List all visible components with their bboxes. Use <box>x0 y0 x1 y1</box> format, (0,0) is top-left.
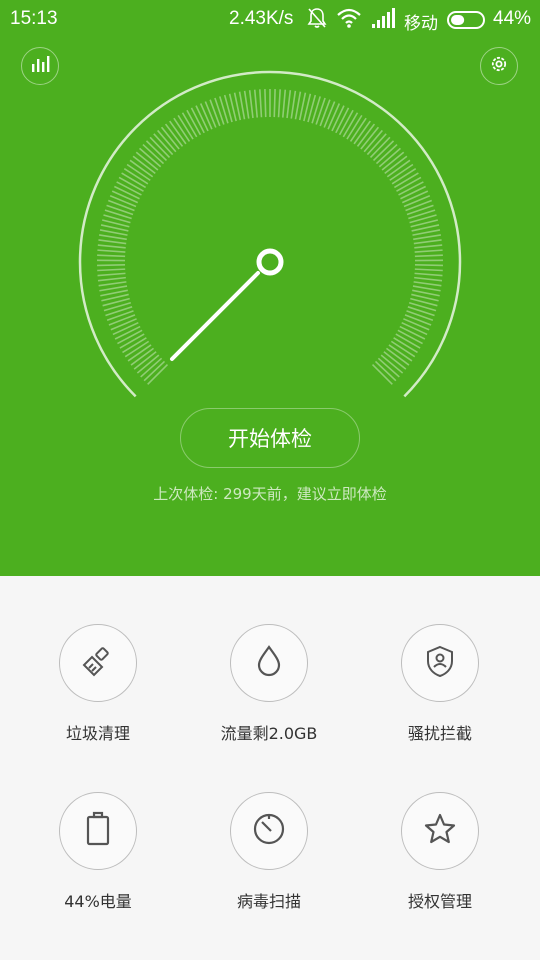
gauge-tick <box>97 264 126 267</box>
tool-cleanup-label: 垃圾清理 <box>65 724 130 743</box>
battery-outline-icon <box>85 811 111 851</box>
gauge-tick-ring <box>97 89 443 385</box>
gauge-tick <box>253 89 259 118</box>
gauge-tick <box>327 103 341 130</box>
gauge-tick <box>403 195 431 208</box>
gauge-tick <box>108 314 136 326</box>
gauge-tick <box>413 239 442 245</box>
gauge-tick <box>277 89 281 118</box>
gauge-tick <box>97 276 126 282</box>
gauge-tick <box>97 244 126 249</box>
gauge-tick <box>97 254 126 258</box>
gauge-tick <box>105 306 133 317</box>
scan-dial-icon <box>251 811 287 851</box>
gauge-tick <box>199 103 213 130</box>
gauge-tick <box>414 268 443 272</box>
gauge-outer-arc <box>78 70 462 398</box>
tool-data-usage[interactable]: 流量剩2.0GB <box>184 624 354 744</box>
speedometer-needle <box>170 271 260 361</box>
tool-cleanup-circle <box>59 624 137 702</box>
shield-user-icon <box>424 644 456 682</box>
gauge-tick <box>315 97 326 125</box>
tool-permissions[interactable]: 授权管理 <box>355 792 525 912</box>
gauge-tick <box>108 199 135 212</box>
gauge-tick <box>414 249 443 253</box>
tool-battery-label: 44%电量 <box>64 892 132 911</box>
tool-virus-scan-label: 病毒扫描 <box>236 892 301 911</box>
gauge-tick <box>323 101 336 128</box>
gauge-tick <box>414 254 443 258</box>
gauge-tick <box>110 318 137 331</box>
star-icon <box>422 811 458 851</box>
gauge-tick <box>238 91 246 120</box>
gauge-outer-arc-line <box>78 70 462 398</box>
gauge-tick <box>99 229 128 236</box>
tool-virus-scan-circle <box>230 792 308 870</box>
gauge-tick <box>273 89 276 118</box>
gauge-tick <box>405 199 432 212</box>
gauge-tick <box>413 234 441 241</box>
gauge-tick <box>214 97 225 125</box>
gauge-tick <box>294 91 302 120</box>
gauge-tick <box>97 249 126 253</box>
gauge-tick <box>413 281 442 287</box>
gauge-tick <box>248 90 254 119</box>
gauge-tick <box>99 234 127 241</box>
gauge-tick <box>406 310 434 322</box>
gauge-tick <box>406 204 434 216</box>
gauge-tick <box>97 268 126 272</box>
gauge-tick <box>414 276 443 282</box>
tool-harassment-block-label: 骚扰拦截 <box>407 724 472 743</box>
last-checkup-text: 上次体检: 299天前，建议立即体检 <box>153 485 387 503</box>
tools-grid: 垃圾清理 流量剩2.0GB 骚扰拦截 44%电量 病毒扫描 授权管理 <box>0 576 540 960</box>
tool-data-usage-label: 流量剩2.0GB <box>220 724 318 743</box>
tool-permissions-label: 授权管理 <box>407 892 472 911</box>
start-checkup-button[interactable]: 开始体检 <box>180 408 360 468</box>
gauge-tick <box>281 89 287 118</box>
gauge-tick <box>98 239 127 245</box>
gauge-tick <box>259 89 263 118</box>
gauge-tick <box>264 89 267 118</box>
gauge-tick <box>404 314 432 326</box>
gauge-tick <box>414 264 443 267</box>
broom-icon <box>81 644 115 682</box>
tool-permissions-circle <box>401 792 479 870</box>
gauge-tick <box>290 90 297 119</box>
gauge-tick <box>99 285 128 292</box>
gauge-tick <box>97 272 126 277</box>
gauge-tick <box>106 310 134 322</box>
gauge-tick <box>243 90 250 119</box>
gauge-hub <box>256 248 284 276</box>
gauge-tick <box>414 244 443 249</box>
gauge-tick <box>407 306 435 317</box>
tool-virus-scan[interactable]: 病毒扫描 <box>184 792 354 912</box>
drop-icon <box>254 644 284 682</box>
gauge-tick <box>98 281 127 287</box>
gauge-tick <box>286 90 292 119</box>
tool-data-usage-circle <box>230 624 308 702</box>
header-area: 15:13 2.43K/s 移动 44% 开始体检 上次体检: 299天前，建议… <box>0 0 540 576</box>
gauge-tick <box>209 99 221 127</box>
tool-harassment-block[interactable]: 骚扰拦截 <box>355 624 525 744</box>
gauge-tick <box>109 195 137 208</box>
tool-battery[interactable]: 44%电量 <box>13 792 183 912</box>
gauge-tick <box>414 272 443 277</box>
gauge-tick <box>319 99 331 127</box>
tool-battery-circle <box>59 792 137 870</box>
gauge-tick <box>403 318 430 331</box>
gauge-tick <box>412 285 441 292</box>
gauge-tick <box>106 204 134 216</box>
tool-harassment-block-circle <box>401 624 479 702</box>
gauge-tick <box>204 101 217 128</box>
gauge-tick <box>412 229 441 236</box>
tool-cleanup[interactable]: 垃圾清理 <box>13 624 183 744</box>
